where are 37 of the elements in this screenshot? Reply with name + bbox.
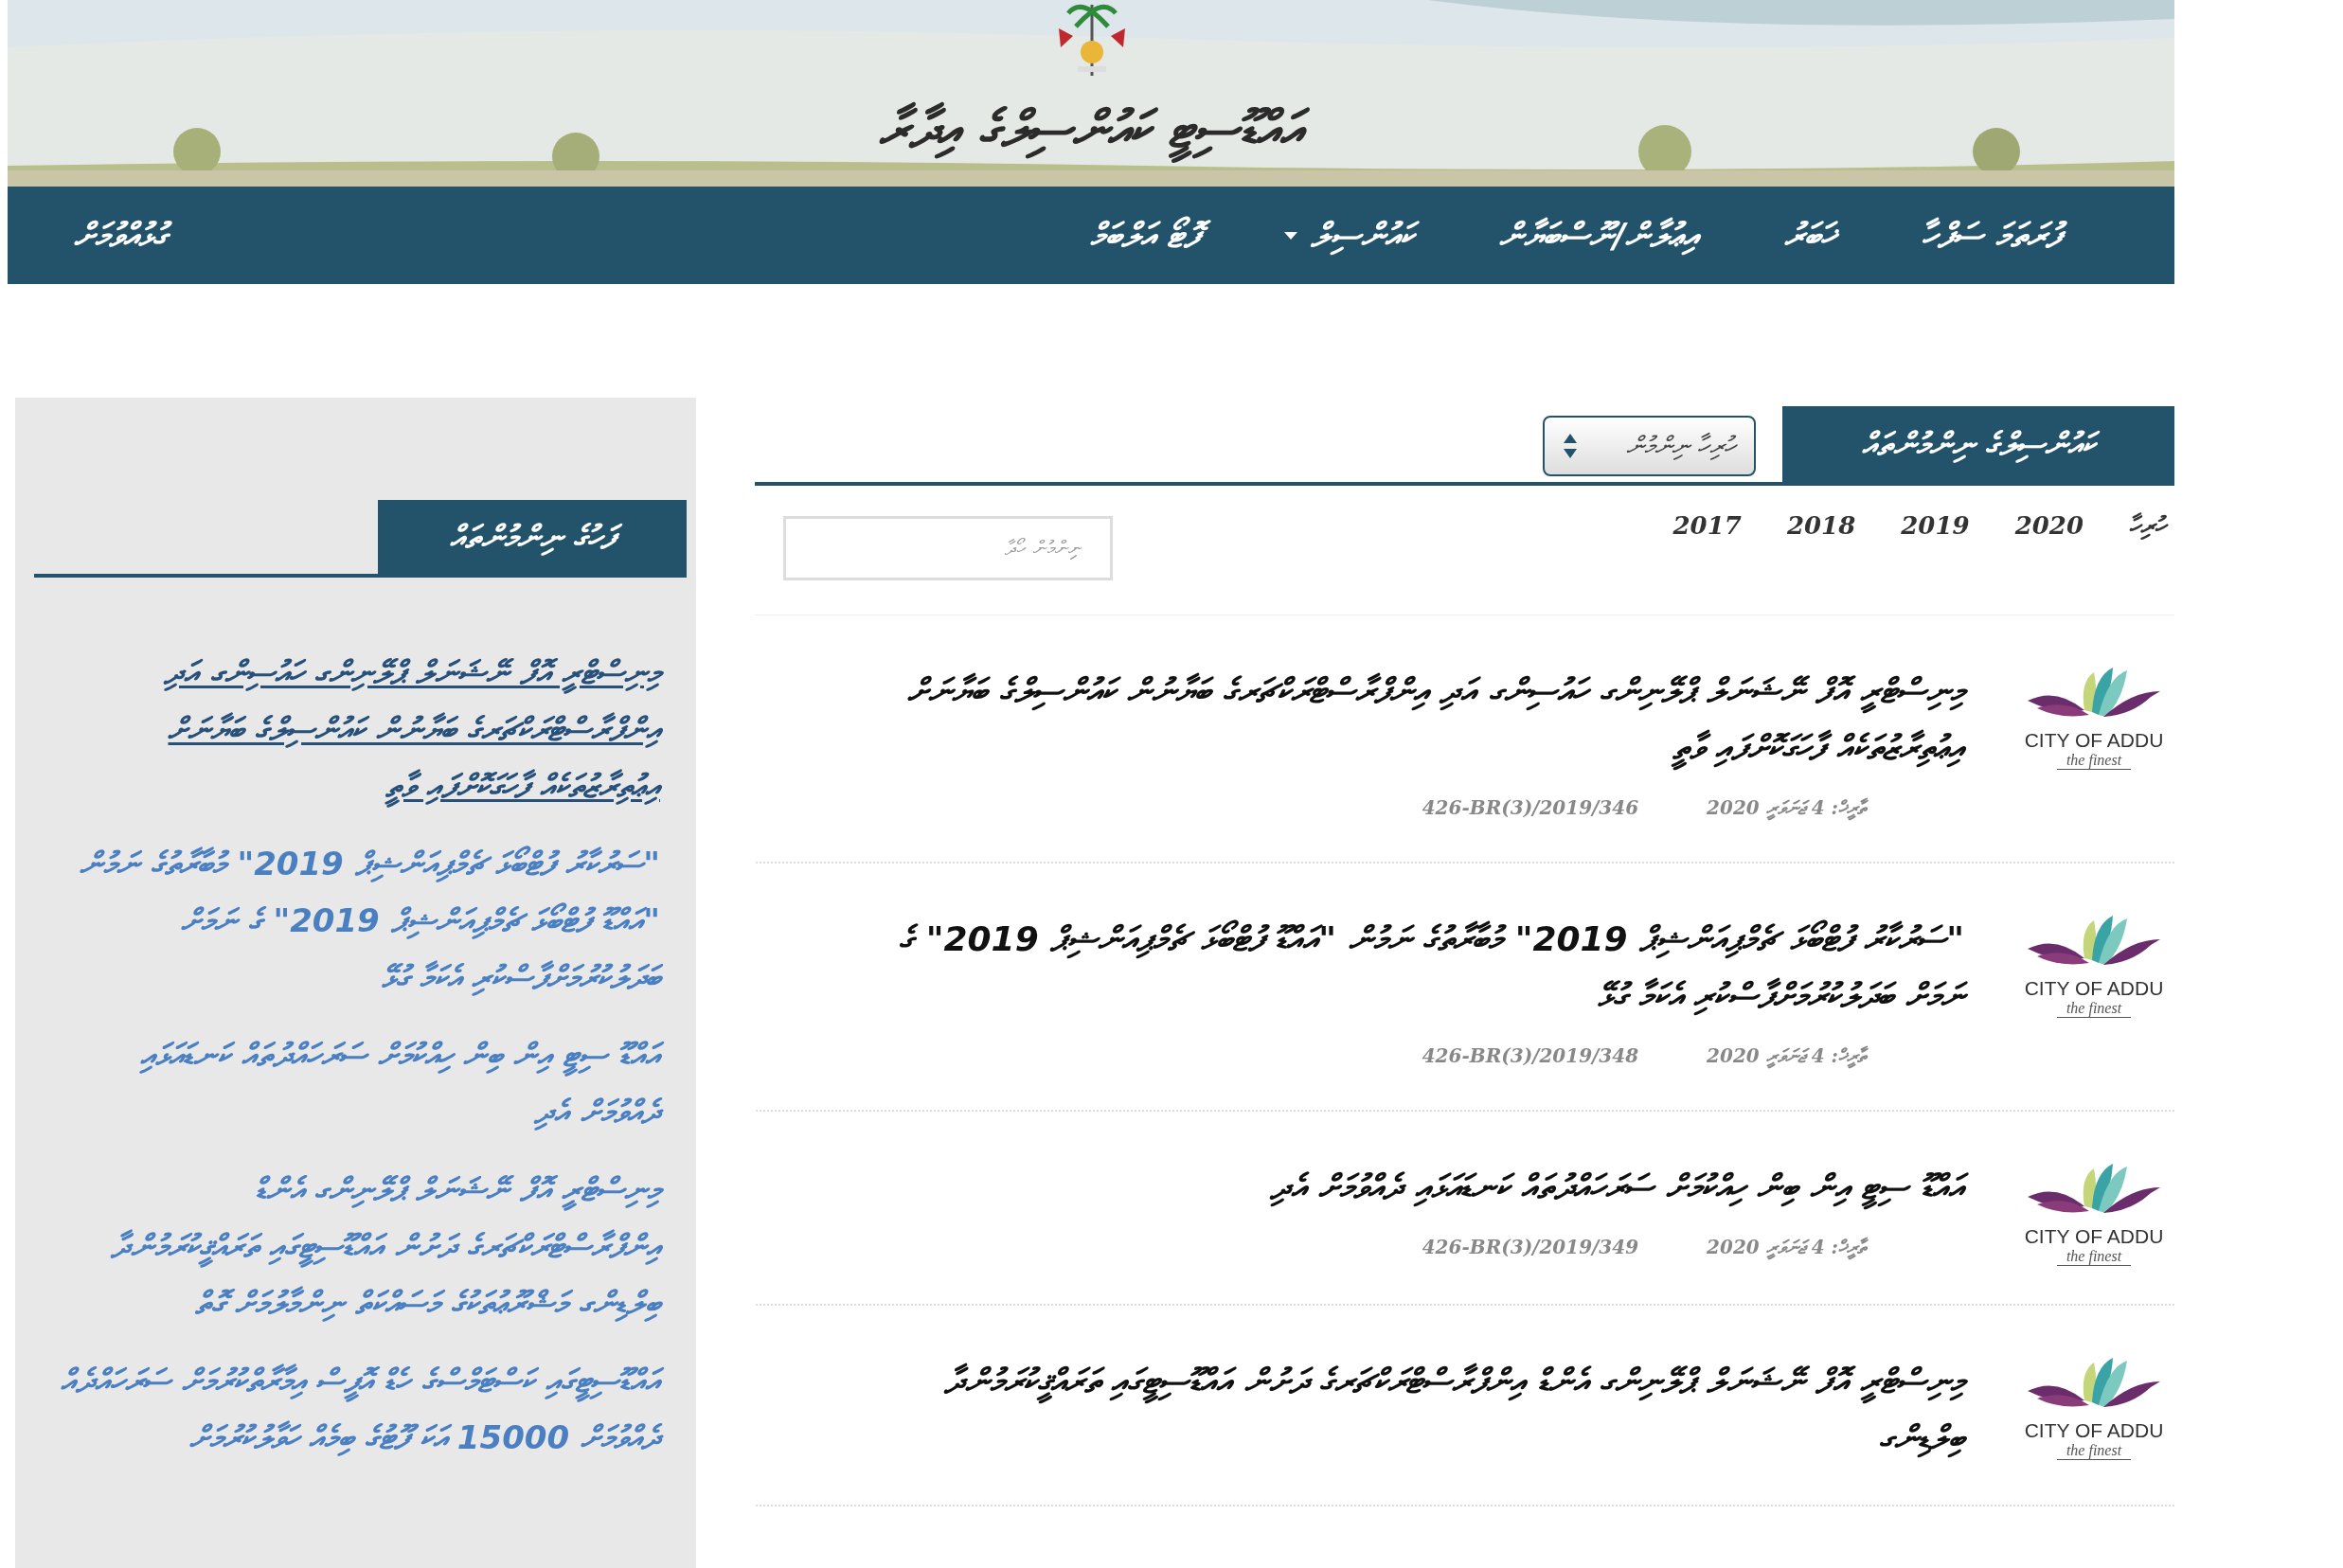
sort-arrows-icon — [1564, 434, 1577, 458]
decision-reference: 426-BR(3)/2019/348 — [1421, 1043, 1640, 1069]
decision-title[interactable]: މިނިސްޓްރީ އޮފް ނޭޝަނަލް ޕްލޭނިންގ އެންޑް އިންފްރާސްޓްރަކްޗަރގެ ދަށުން އައްޑޫސިޓީގައި ތަރައްޤީކުރަމުންދާ ބިލްޑިންގ — [842, 1353, 1976, 1467]
logo-name: CITY OF ADDU — [2024, 729, 2164, 752]
year-filter[interactable]: 2020 — [2009, 507, 2089, 580]
year-filter[interactable]: 2019 — [1895, 507, 1976, 580]
sidebar-link[interactable]: މިނިސްޓްރީ އޮފް ނޭޝަނަލް ޕްލޭނިންގ ހައުސިންގ އަދި އިންފްރާސްޓްރަކްޗަރގެ ބަޔާނުން ކައުންސިލްގެ ބަޔާނަށް އިޢުތިރާޒުތަކެއް ފާހަގަކޮށްފައި ވާތީ — [34, 644, 671, 814]
search-field[interactable]: ނިންމުން ހޯދާ — [783, 516, 1113, 580]
nav-link[interactable]: ފުރަތަމަ ސަފްހާ — [1912, 205, 2070, 266]
decision-reference: 426-BR(3)/2019/349 — [1421, 1235, 1640, 1260]
logo-name: CITY OF ADDU — [2024, 1225, 2164, 1248]
caret-icon — [1284, 231, 1298, 240]
year-filter[interactable]: 2017 — [1667, 507, 1747, 580]
decision-select[interactable]: ހުރިހާ ނިންމުން — [1543, 416, 1756, 476]
logo-tagline: the finest — [2056, 752, 2132, 770]
decision-date: ތާރީޚް: 4 ޖަނަވަރީ 2020 — [1706, 1235, 1868, 1262]
year-filter[interactable]: ހުރިހާ — [2123, 507, 2171, 580]
decision-title[interactable]: "ސަރުކާރު ފުޓްބޯޅަ ޗެމްޕިއަންޝިޕް 2019" މުބާރާތުގެ ނަމުން "އައްޑޫ ފުޓްބޯޅަ ޗެމްޕިއަންޝިޕް 2019" ގެ ނަމަށް ބަދަލުކުރުމަށްފާސްކުރި އެކަމާ ގުޅޭ — [842, 911, 1976, 1025]
decisions-tab[interactable]: ކައުންސިލްގެ ނިންމުންތައް — [1782, 406, 2174, 482]
nav-link[interactable]: ކައުންސިލް — [1275, 205, 1424, 266]
logo-name: CITY OF ADDU — [2024, 1419, 2164, 1442]
decision-reference: 426-BR(3)/2019/346 — [1421, 795, 1640, 821]
decision-title[interactable]: އައްޑޫ ސިޓީ އިން ބިން ހިއްކުމަށް ސަރަހައްދުތައް ކަނޑައަޅައި ދެއްވުމަށް އެދި — [842, 1159, 1976, 1216]
logo-tagline: the finest — [2056, 1248, 2132, 1266]
nav-link[interactable]: ޚަބަރު — [1775, 205, 1847, 266]
site-title: އައްޑޫސިޓީ ކައުންސިލްގެ އިދާރާ — [860, 92, 1322, 168]
logo-tagline: the finest — [2056, 1000, 2132, 1018]
nav-link[interactable]: ގުޅުއްވުމަށް — [64, 205, 175, 266]
logo-name: CITY OF ADDU — [2024, 977, 2164, 1000]
decision-date: ތާރީޚް: 4 ޖަނަވަރީ 2020 — [1706, 795, 1868, 823]
decision-title[interactable]: މިނިސްޓްރީ އޮފް ނޭޝަނަލް ޕްލޭނިންގ ހައުސިންގ އަދި އިންފްރާސްޓްރަކްޗަރގެ ބަޔާނުން ކައުންސިލްގެ ބަޔާނަށް އިޢުތިރާޒުތަކެއް ފާހަގަކޮށްފައި ވާތީ — [842, 663, 1976, 776]
nav-link[interactable]: އިޢުލާން/ނޫސްބަޔާން — [1490, 205, 1709, 266]
year-filter[interactable]: 2018 — [1780, 507, 1862, 580]
logo-tagline: the finest — [2056, 1442, 2132, 1460]
nav-link[interactable]: ފޮޓޯ އަލްބަމް — [1080, 205, 1209, 266]
decision-date: ތާރީޚް: 4 ޖަނަވަރީ 2020 — [1706, 1043, 1868, 1071]
sidebar-title: ފަހުގެ ނިންމުންތައް — [378, 500, 687, 574]
